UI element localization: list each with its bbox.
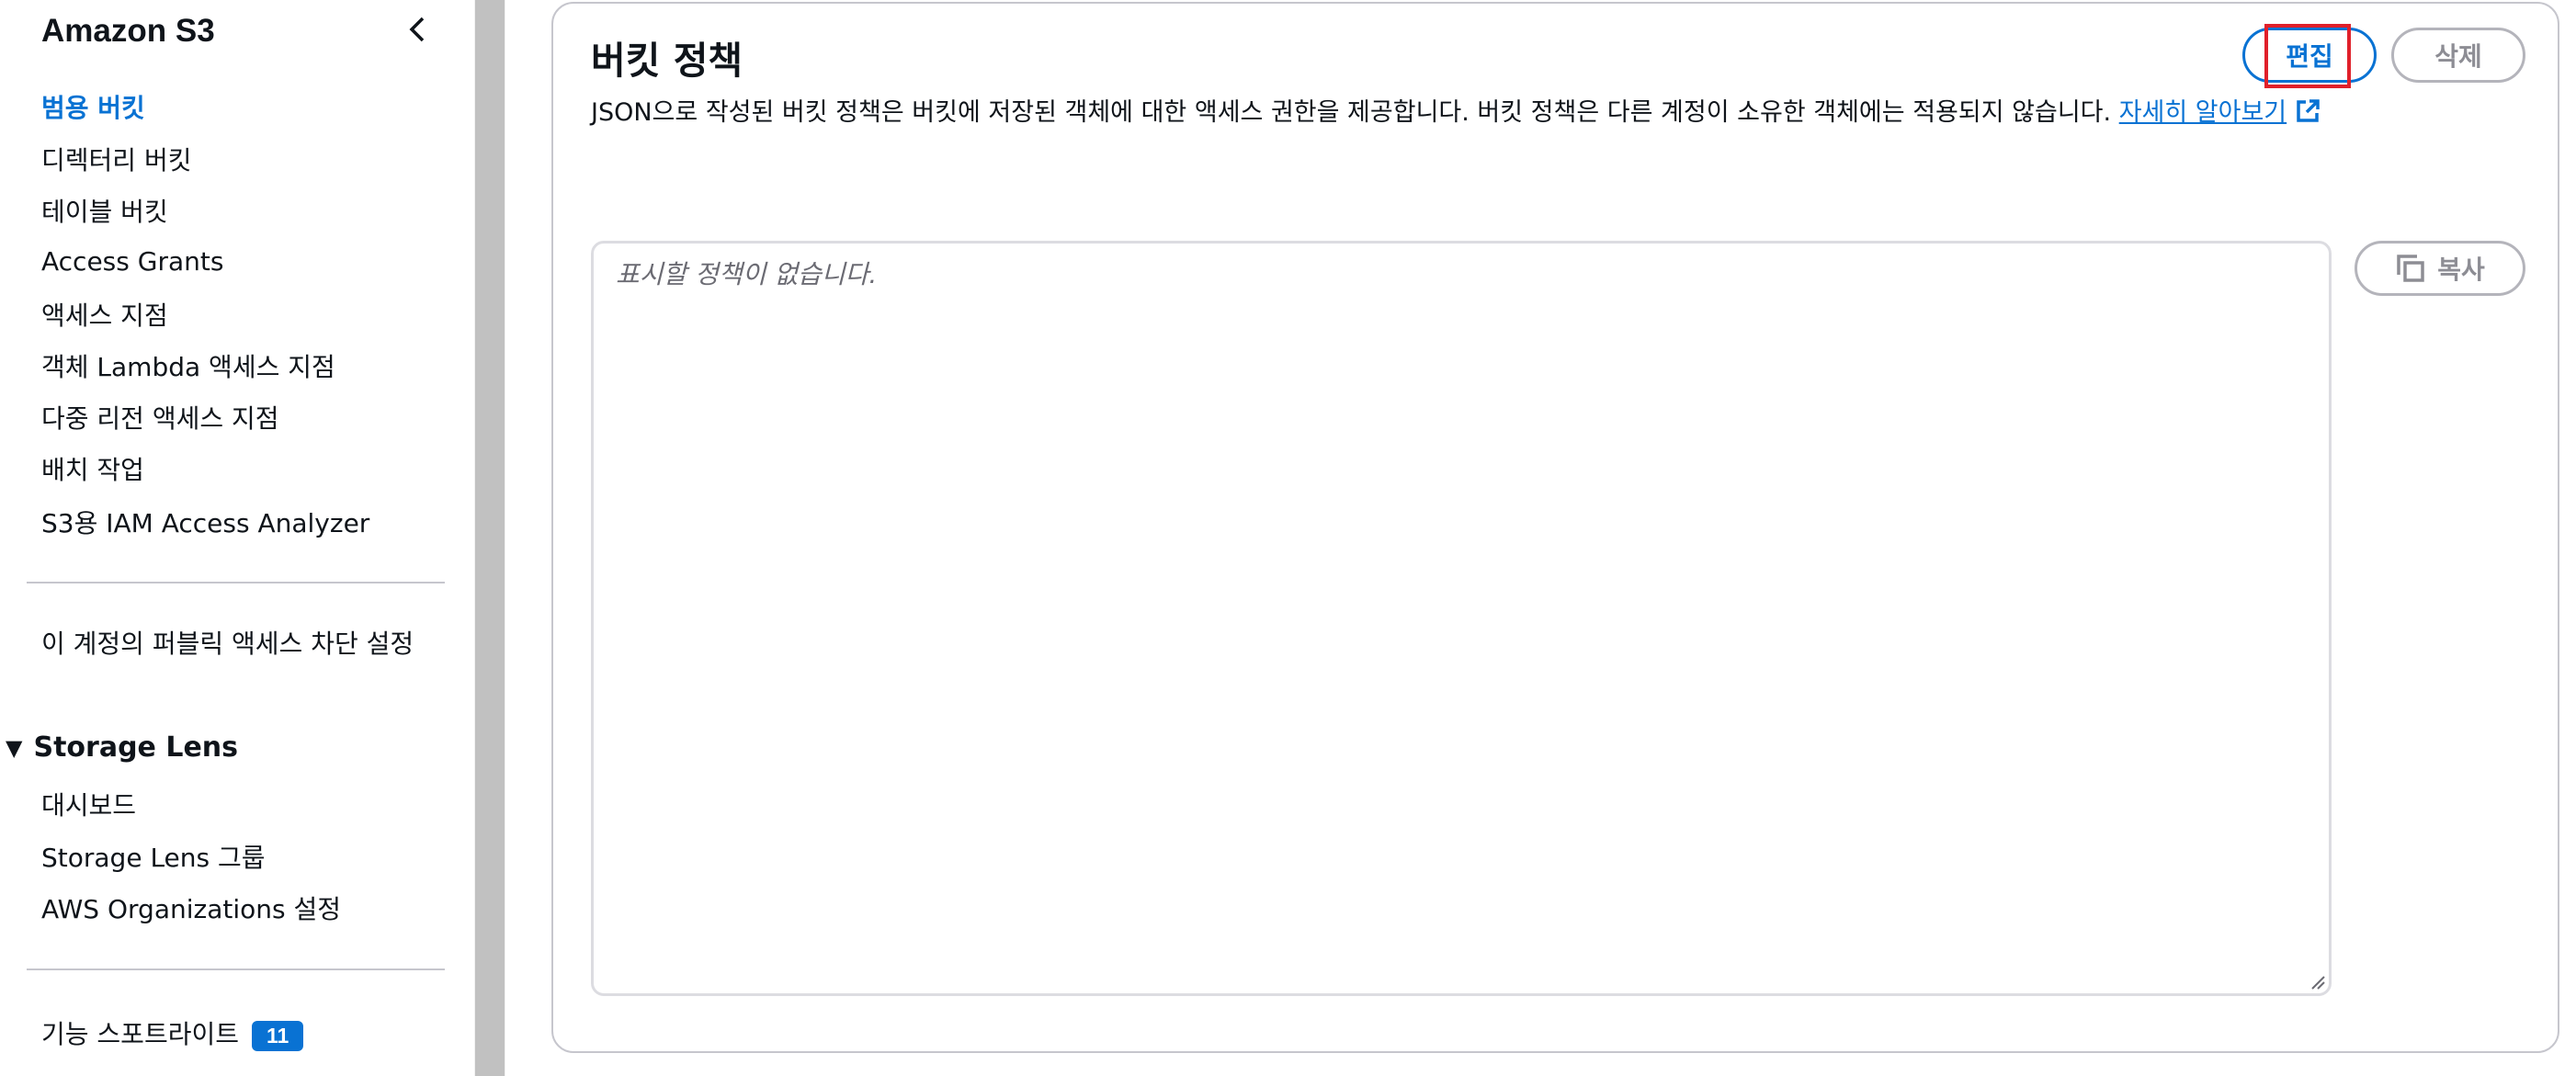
panel-description: JSON으로 작성된 버킷 정책은 버킷에 저장된 객체에 대한 액세스 권한을… xyxy=(591,92,2321,128)
sidebar-item-object-lambda-access-points[interactable]: 객체 Lambda 액세스 지점 xyxy=(41,347,335,384)
resize-grip-icon[interactable] xyxy=(2309,973,2325,990)
policy-empty-text: 표시할 정책이 없습니다. xyxy=(616,259,878,289)
learn-more-link[interactable]: 자세히 알아보기 xyxy=(2119,98,2321,127)
sidebar-item-dashboards[interactable]: 대시보드 xyxy=(41,786,136,822)
chevron-left-icon xyxy=(409,17,425,42)
sidebar-item-general-buckets[interactable]: 범용 버킷 xyxy=(41,88,145,125)
sidebar-item-directory-buckets[interactable]: 디렉터리 버킷 xyxy=(41,141,191,177)
sidebar-scrollbar-thumb[interactable] xyxy=(475,0,505,1076)
sidebar-item-access-grants[interactable]: Access Grants xyxy=(41,246,223,277)
delete-button-label: 삭제 xyxy=(2434,41,2482,72)
sidebar: Amazon S3 범용 버킷 디렉터리 버킷 테이블 버킷 Access Gr… xyxy=(0,0,474,1076)
bucket-policy-panel: 버킷 정책 편집 삭제 JSON으로 작성된 버킷 정책은 버킷에 저장된 객체… xyxy=(551,2,2559,1053)
sidebar-item-storage-lens-groups[interactable]: Storage Lens 그룹 xyxy=(41,838,266,875)
sidebar-item-multi-region-access-points[interactable]: 다중 리전 액세스 지점 xyxy=(41,399,279,436)
feature-spotlight-badge: 11 xyxy=(251,1020,304,1051)
learn-more-label: 자세히 알아보기 xyxy=(2118,98,2287,127)
storage-lens-section-label: Storage Lens xyxy=(33,731,239,764)
copy-icon xyxy=(2397,255,2424,282)
highlight-box xyxy=(2264,24,2351,88)
external-link-icon xyxy=(2297,99,2320,122)
sidebar-item-feature-spotlight[interactable]: 기능 스포트라이트 11 xyxy=(41,1014,304,1051)
sidebar-item-iam-access-analyzer[interactable]: S3용 IAM Access Analyzer xyxy=(41,504,369,540)
policy-textarea[interactable]: 표시할 정책이 없습니다. xyxy=(591,241,2332,996)
sidebar-item-table-buckets[interactable]: 테이블 버킷 xyxy=(41,192,168,229)
sidebar-item-access-points[interactable]: 액세스 지점 xyxy=(41,296,168,333)
sidebar-item-block-public-access[interactable]: 이 계정의 퍼블릭 액세스 차단 설정 xyxy=(41,627,427,662)
sidebar-item-batch-operations[interactable]: 배치 작업 xyxy=(41,450,144,487)
sidebar-title: Amazon S3 xyxy=(41,13,215,49)
edit-button[interactable]: 편집 xyxy=(2242,24,2377,88)
delete-button[interactable]: 삭제 xyxy=(2391,28,2525,83)
feature-spotlight-label: 기능 스포트라이트 xyxy=(41,1019,239,1049)
storage-lens-section-toggle[interactable]: ▼ Storage Lens xyxy=(6,731,238,764)
caret-down-icon: ▼ xyxy=(6,734,23,761)
sidebar-item-aws-organizations-settings[interactable]: AWS Organizations 설정 xyxy=(41,889,341,926)
sidebar-divider xyxy=(27,582,445,583)
collapse-sidebar-button[interactable] xyxy=(401,11,434,48)
copy-button-label: 복사 xyxy=(2437,255,2485,285)
panel-title: 버킷 정책 xyxy=(591,39,743,83)
sidebar-divider xyxy=(27,968,445,970)
description-text: JSON으로 작성된 버킷 정책은 버킷에 저장된 객체에 대한 액세스 권한을… xyxy=(591,98,2112,127)
copy-button[interactable]: 복사 xyxy=(2355,241,2525,296)
